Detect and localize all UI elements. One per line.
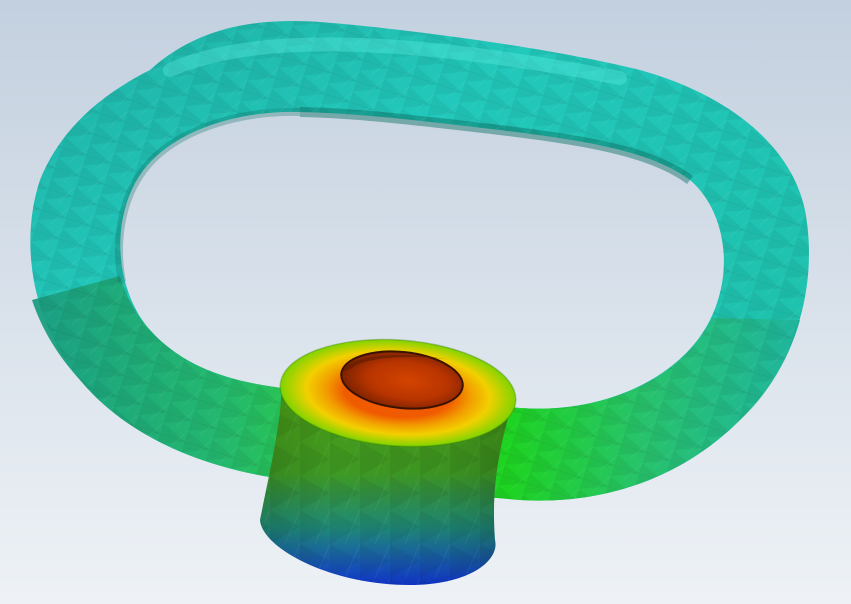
mesh-render-canvas[interactable] — [0, 0, 851, 604]
boss-nut[interactable] — [260, 332, 519, 585]
3d-viewport[interactable] — [0, 0, 851, 604]
